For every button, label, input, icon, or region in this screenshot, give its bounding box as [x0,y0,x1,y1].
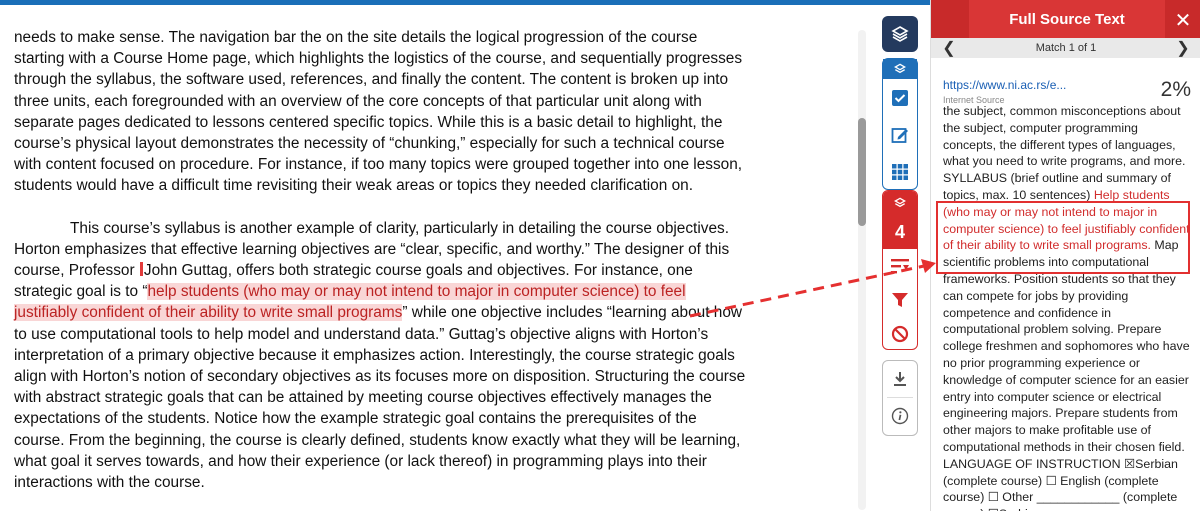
paragraph-2: This course’s syllabus is another exampl… [14,218,749,494]
grading-tools-group [882,58,918,190]
utility-tools-group [882,360,918,436]
similarity-score-button[interactable]: 4 [883,191,917,249]
source-percentage: 2% [1160,78,1191,101]
download-icon[interactable] [883,361,917,397]
text-cursor-marker [139,262,143,277]
similarity-tools-group: 4 [882,190,918,350]
source-text-after: Map scientific problems into computation… [943,238,1190,511]
panel-header: Full Source Text ✕ [931,0,1200,38]
similarity-match-count: 4 [894,221,905,242]
document-text: needs to make sense. The navigation bar … [14,27,749,493]
sort-icon[interactable] [883,249,917,283]
document-scrollbar-thumb[interactable] [858,118,866,226]
grading-layer-icon[interactable] [883,59,917,79]
match-navigator: ❮ Match 1 of 1 ❯ [931,38,1200,58]
document-viewer[interactable]: needs to make sense. The navigation bar … [0,5,865,511]
source-match-outline [936,201,1190,274]
edit-icon[interactable] [883,116,917,153]
info-icon[interactable] [883,398,917,434]
layers-icon[interactable] [882,16,918,52]
panel-title[interactable]: Full Source Text [969,0,1165,38]
chevron-left-icon[interactable]: ❮ [935,38,963,58]
similarity-layer-icon [894,197,906,208]
paragraph-1: needs to make sense. The navigation bar … [14,29,743,195]
paragraph-2-text-after: ” while one objective includes “learning… [14,304,746,492]
filter-icon[interactable] [883,283,917,317]
exclude-icon[interactable] [883,317,917,349]
source-info: https://www.ni.ac.rs/e... Internet Sourc… [943,78,1191,105]
document-scrollbar[interactable] [858,30,866,510]
source-text-body: the subject, common misconceptions about… [943,103,1191,511]
close-icon[interactable]: ✕ [1171,8,1195,32]
chevron-right-icon[interactable]: ❯ [1169,38,1197,58]
match-counter: Match 1 of 1 [1035,42,1097,54]
source-url-link[interactable]: https://www.ni.ac.rs/e... [943,78,1191,92]
checkbox-icon[interactable] [883,79,917,116]
grid-icon[interactable] [883,153,917,190]
